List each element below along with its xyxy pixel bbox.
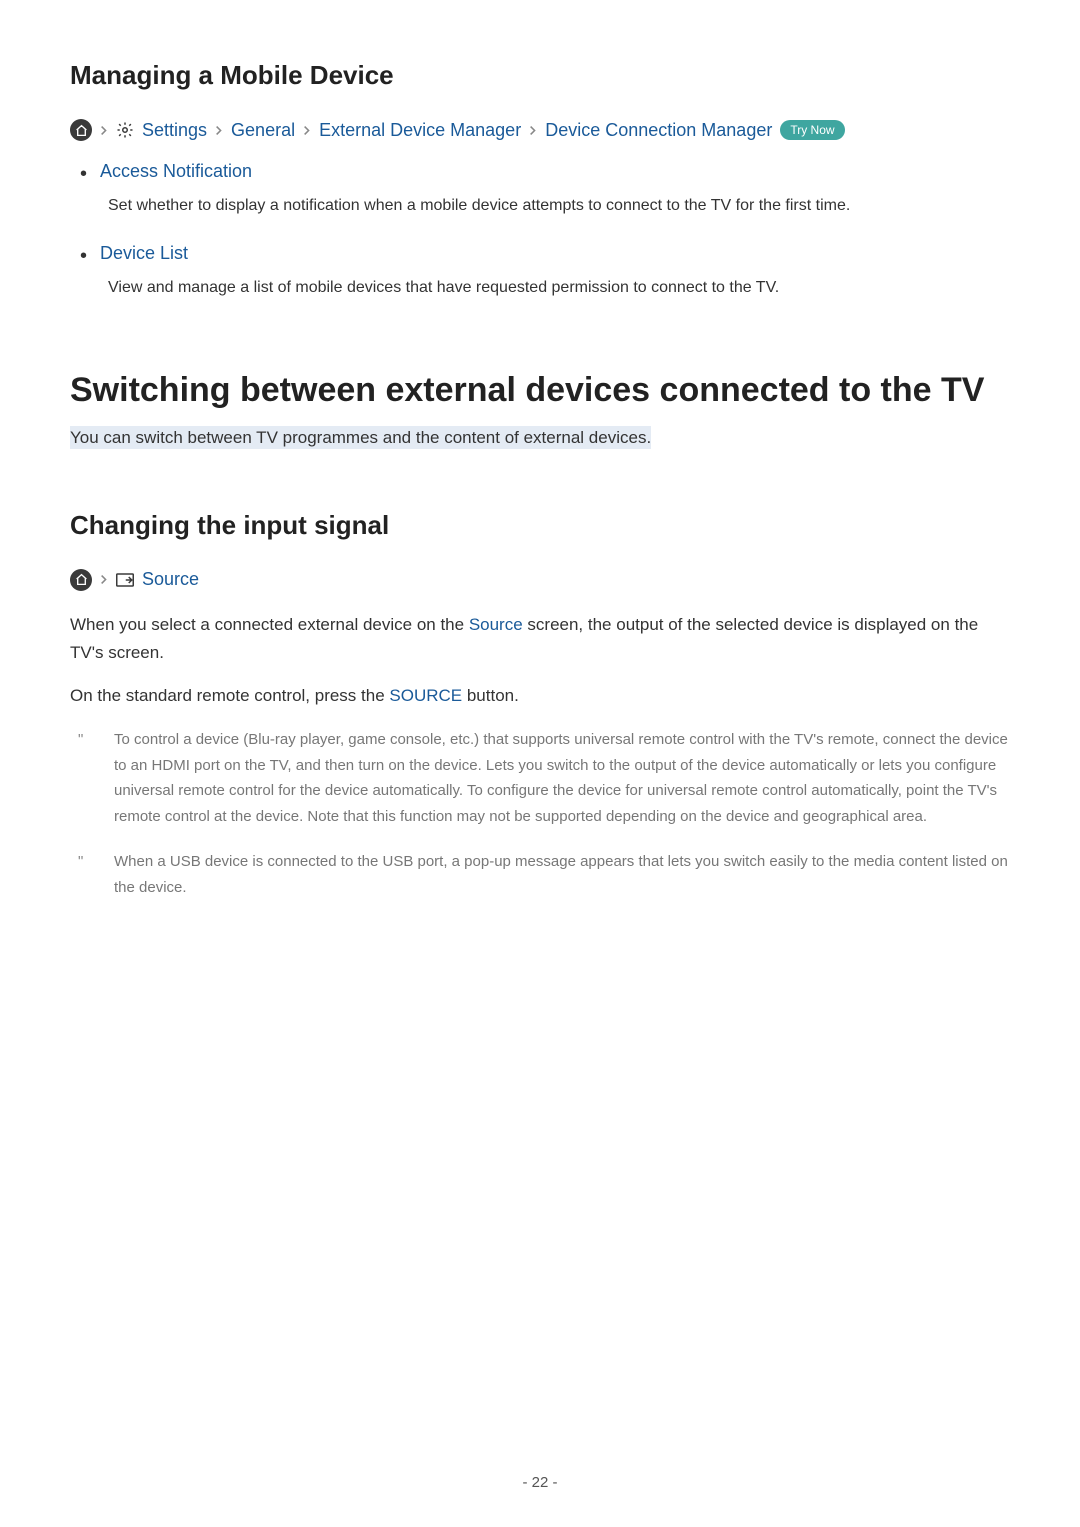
list-item: Access Notification Set whether to displ… — [100, 161, 1010, 219]
note-text: When a USB device is connected to the US… — [114, 853, 1008, 896]
text-fragment: When you select a connected external dev… — [70, 615, 469, 634]
breadcrumb-source: Source — [70, 569, 1010, 591]
breadcrumb-device-connection: Settings General External Device Manager… — [70, 119, 1010, 141]
home-icon — [70, 569, 92, 591]
inline-link-source-button[interactable]: SOURCE — [389, 686, 462, 705]
heading-managing-mobile: Managing a Mobile Device — [70, 60, 1010, 91]
breadcrumb-source-link[interactable]: Source — [142, 569, 199, 590]
bullet-desc: View and manage a list of mobile devices… — [108, 276, 1010, 301]
note-marker-icon: " — [78, 849, 83, 875]
breadcrumb-general-link[interactable]: General — [231, 120, 295, 141]
bullet-list-mobile: Access Notification Set whether to displ… — [70, 161, 1010, 301]
breadcrumb-settings-link[interactable]: Settings — [142, 120, 207, 141]
bullet-title-device-list[interactable]: Device List — [100, 243, 1010, 264]
note-list: " To control a device (Blu-ray player, g… — [70, 727, 1010, 900]
note-item: " To control a device (Blu-ray player, g… — [114, 727, 1010, 829]
note-marker-icon: " — [78, 727, 83, 753]
chevron-right-icon — [215, 125, 223, 136]
inline-link-source[interactable]: Source — [469, 615, 523, 634]
heading-changing-input: Changing the input signal — [70, 510, 1010, 541]
chevron-right-icon — [100, 125, 108, 136]
breadcrumb-dcm-link[interactable]: Device Connection Manager — [545, 120, 772, 141]
try-now-badge[interactable]: Try Now — [780, 120, 844, 140]
intro-text: You can switch between TV programmes and… — [70, 426, 651, 449]
text-fragment: On the standard remote control, press th… — [70, 686, 389, 705]
page-number: - 22 - — [0, 1474, 1080, 1491]
home-icon — [70, 119, 92, 141]
heading-switching-devices: Switching between external devices conne… — [70, 371, 1010, 410]
text-fragment: button. — [462, 686, 519, 705]
chevron-right-icon — [303, 125, 311, 136]
source-icon — [116, 571, 134, 589]
gear-icon — [116, 121, 134, 139]
note-item: " When a USB device is connected to the … — [114, 849, 1010, 900]
list-item: Device List View and manage a list of mo… — [100, 243, 1010, 301]
breadcrumb-edm-link[interactable]: External Device Manager — [319, 120, 521, 141]
chevron-right-icon — [100, 574, 108, 585]
note-text: To control a device (Blu-ray player, gam… — [114, 731, 1008, 825]
bullet-desc: Set whether to display a notification wh… — [108, 194, 1010, 219]
body-text-remote: On the standard remote control, press th… — [70, 682, 1010, 711]
chevron-right-icon — [529, 125, 537, 136]
bullet-title-access-notification[interactable]: Access Notification — [100, 161, 1010, 182]
body-text-source-desc: When you select a connected external dev… — [70, 611, 1010, 669]
